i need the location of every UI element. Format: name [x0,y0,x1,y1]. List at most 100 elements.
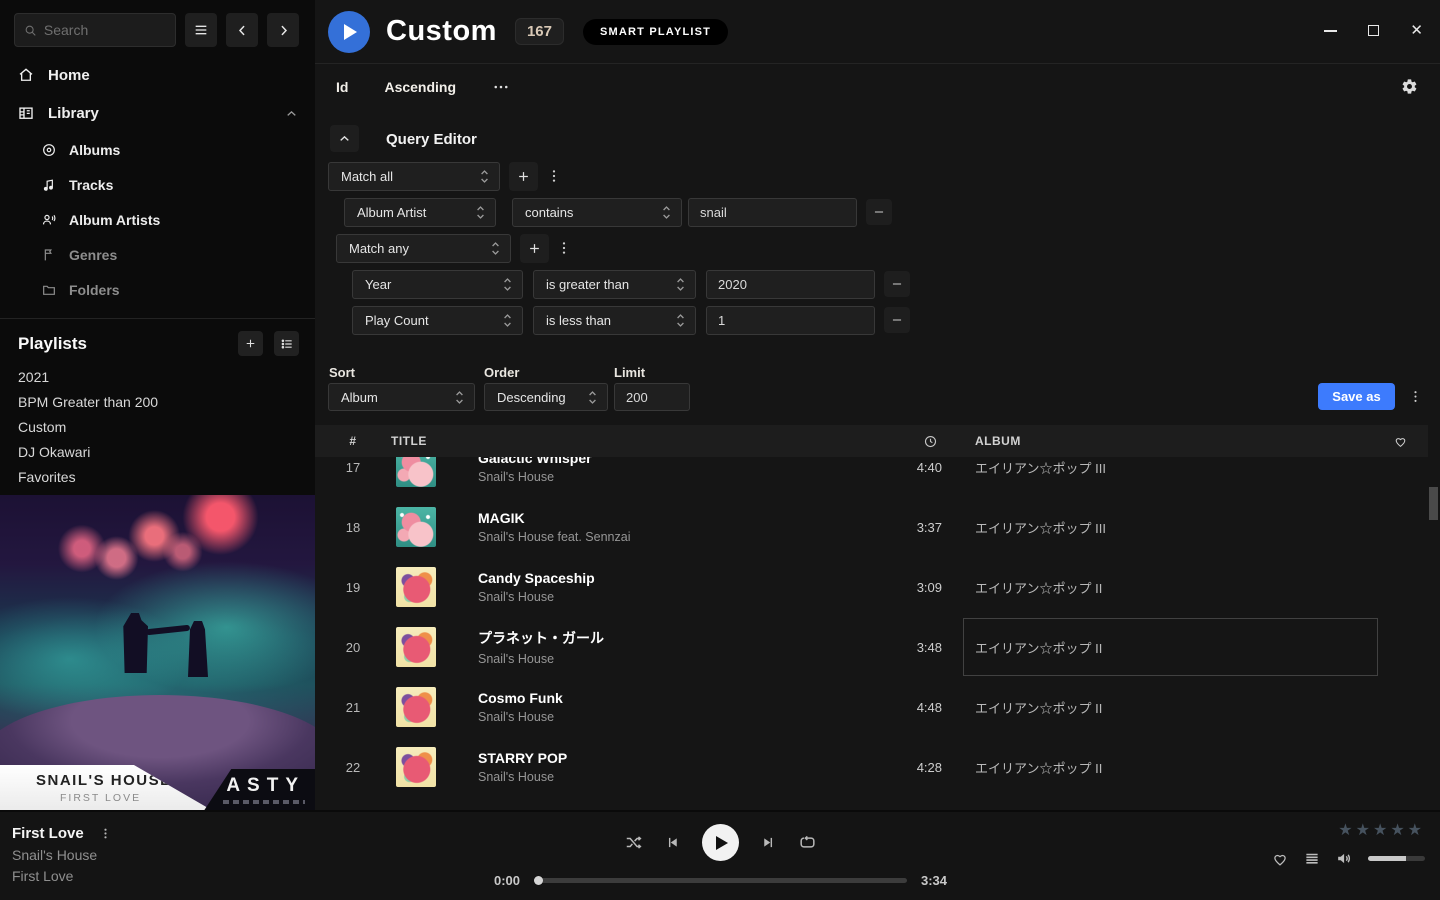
track-artist: Snail's House [478,590,872,604]
sidebar-item-library[interactable]: Library [0,94,315,132]
album-art-figure [122,613,148,673]
album-art-thumbnail [396,457,436,487]
sidebar-item-tracks[interactable]: Tracks [41,167,315,202]
condition-operator-select[interactable]: is greater than [533,270,696,299]
add-condition-button[interactable] [509,162,538,191]
condition-value-input[interactable] [706,306,875,335]
forward-button[interactable] [267,13,299,47]
playlist-item[interactable]: 2021 [18,365,299,390]
column-header-favorite[interactable] [1393,434,1408,449]
condition-operator-select[interactable]: is less than [533,306,696,335]
sidebar-item-home[interactable]: Home [0,56,315,94]
settings-button[interactable] [1401,78,1418,95]
maximize-button[interactable] [1368,25,1379,36]
volume-slider[interactable] [1368,856,1425,861]
progress-section: 0:00 3:34 [494,873,947,888]
collapse-query-editor-button[interactable] [330,125,359,152]
condition-field-select[interactable]: Play Count [352,306,523,335]
track-title: プラネット・ガール [478,628,872,648]
album-art-thumbnail [396,507,436,547]
chevron-up-icon[interactable] [285,107,298,120]
sidebar-item-album-artists[interactable]: Album Artists [41,202,315,237]
menu-button[interactable] [185,13,217,47]
track-album: エイリアン☆ポップ III [942,497,1372,557]
column-header-duration[interactable] [923,434,942,449]
search-field[interactable] [44,22,166,38]
condition-value-input[interactable] [688,198,857,227]
previous-track-icon[interactable] [664,834,681,851]
condition-operator-select[interactable]: contains [512,198,682,227]
sidebar-item-folders[interactable]: Folders [41,272,315,307]
volume-fill [1368,856,1406,861]
heart-icon [1393,434,1408,449]
playlist-item[interactable]: Favorites [18,465,299,490]
limit-input[interactable] [614,383,690,411]
sort-direction-button[interactable]: Ascending [384,79,456,95]
match-type-select[interactable]: Match all [328,162,500,191]
playlists-title: Playlists [18,334,227,354]
favorite-heart-icon[interactable] [1271,850,1289,868]
repeat-icon[interactable] [798,833,817,852]
chevron-right-icon [276,23,291,38]
column-header-title[interactable]: TITLE [391,434,872,448]
table-row[interactable]: 21 Cosmo Funk Snail's House 4:48 エイリアン☆ポ… [315,677,1428,737]
shuffle-icon[interactable] [624,833,643,852]
playlist-item[interactable]: BPM Greater than 200 [18,390,299,415]
match-type-select[interactable]: Match any [336,234,511,263]
remove-condition-button[interactable] [884,271,910,297]
table-row[interactable]: 20 プラネット・ガール Snail's House 3:48 エイリアン☆ポッ… [315,617,1428,677]
column-header-album[interactable]: ALBUM [942,434,1372,448]
table-row[interactable]: 19 Candy Spaceship Snail's House 3:09 エイ… [315,557,1428,617]
kebab-icon [556,240,572,256]
sort-field-button[interactable]: Id [336,79,348,95]
next-track-icon[interactable] [760,834,777,851]
more-options-icon[interactable] [492,78,510,96]
queue-icon[interactable] [1303,850,1321,868]
sort-select[interactable]: Album [328,383,475,411]
save-as-button[interactable]: Save as [1318,383,1395,410]
track-duration: 3:09 [917,580,942,595]
select-arrows-icon [491,241,500,256]
chevron-up-icon [338,132,351,145]
match-type-value: Match all [341,169,480,184]
sidebar-item-albums[interactable]: Albums [41,132,315,167]
minimize-button[interactable] [1324,30,1337,32]
plus-icon [527,241,542,256]
table-row[interactable]: 22 STARRY POP Snail's House 4:28 エイリアン☆ポ… [315,737,1428,797]
condition-value-input[interactable] [706,270,875,299]
player-bar: First Love Snail's House First Love 0:00… [0,810,1440,900]
column-header-number[interactable]: # [349,434,356,448]
table-row[interactable]: 17 Galactic Whisper Snail's House 4:40 エ… [315,457,1428,497]
seek-handle[interactable] [534,876,543,885]
table-row[interactable]: 18 MAGIK Snail's House feat. Sennzai 3:3… [315,497,1428,557]
play-pause-button[interactable] [702,824,739,861]
close-button[interactable]: ✕ [1410,23,1423,38]
back-button[interactable] [226,13,258,47]
save-menu-button[interactable] [1403,383,1427,410]
playlist-list-button[interactable] [274,331,299,356]
add-condition-button[interactable] [520,234,549,263]
track-number: 21 [346,700,360,715]
remove-condition-button[interactable] [884,307,910,333]
remove-condition-button[interactable] [866,199,892,225]
track-album-focused-cell[interactable]: エイリアン☆ポップ II [942,617,1372,677]
playlist-item[interactable]: Custom [18,415,299,440]
volume-icon[interactable] [1335,849,1354,868]
group-menu-button[interactable] [546,168,562,184]
scrollbar-thumb[interactable] [1429,487,1438,520]
condition-field-select[interactable]: Year [352,270,523,299]
track-duration: 3:48 [917,640,942,655]
condition-field-select[interactable]: Album Artist [344,198,496,227]
order-select[interactable]: Descending [484,383,608,411]
query-editor-title: Query Editor [386,131,477,148]
album-art-thumbnail [396,687,436,727]
add-playlist-button[interactable] [238,331,263,356]
playlist-item[interactable]: DJ Okawari [18,440,299,465]
seek-bar[interactable] [534,878,907,883]
kebab-icon[interactable] [99,827,112,840]
search-input[interactable] [14,13,176,47]
play-playlist-button[interactable] [328,11,370,53]
rating-stars[interactable]: ★★★★★ [1338,823,1425,839]
group-menu-button[interactable] [556,240,572,256]
sidebar-item-genres[interactable]: Genres [41,237,315,272]
